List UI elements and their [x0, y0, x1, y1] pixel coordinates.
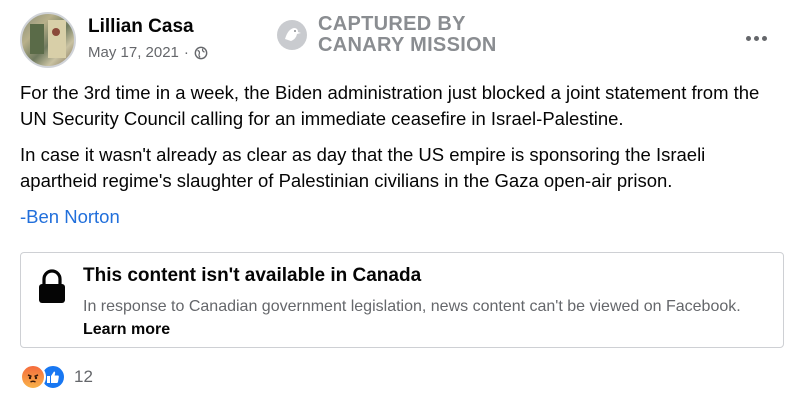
content-unavailable-notice: This content isn't available in Canada I…	[20, 252, 784, 348]
post-meta: May 17, 2021 ·	[88, 44, 208, 61]
avatar[interactable]	[20, 12, 76, 68]
watermark-line2: CANARY MISSION	[318, 34, 497, 56]
notice-title: This content isn't available in Canada	[83, 265, 422, 286]
lock-icon	[39, 269, 65, 303]
angry-reaction-icon	[20, 364, 46, 390]
facebook-post: Lillian Casa May 17, 2021 · CAPTURED BY …	[0, 0, 800, 400]
post-paragraph-2: In case it wasn't already as clear as da…	[20, 144, 706, 191]
post-body: For the 3rd time in a week, the Biden ad…	[20, 80, 780, 240]
canary-logo-icon	[277, 20, 307, 50]
learn-more-link[interactable]: Learn more	[83, 321, 170, 338]
more-horizontal-icon[interactable]	[742, 28, 770, 48]
reaction-count[interactable]: 12	[74, 367, 93, 387]
canary-mission-watermark: CAPTURED BY CANARY MISSION	[276, 14, 497, 56]
post-signature: -Ben Norton	[20, 206, 120, 227]
globe-icon[interactable]	[194, 46, 208, 60]
author-name[interactable]: Lillian Casa	[88, 16, 194, 38]
reactions-bar[interactable]: 12	[20, 364, 93, 390]
post-date[interactable]: May 17, 2021	[88, 44, 179, 61]
notice-message: In response to Canadian government legis…	[83, 298, 741, 315]
date-separator: ·	[183, 44, 189, 61]
post-header: Lillian Casa May 17, 2021 · CAPTURED BY …	[20, 12, 780, 68]
watermark-line1: CAPTURED BY	[318, 13, 466, 35]
post-paragraph-1: For the 3rd time in a week, the Biden ad…	[20, 82, 760, 129]
notice-text: In response to Canadian government legis…	[83, 295, 763, 341]
